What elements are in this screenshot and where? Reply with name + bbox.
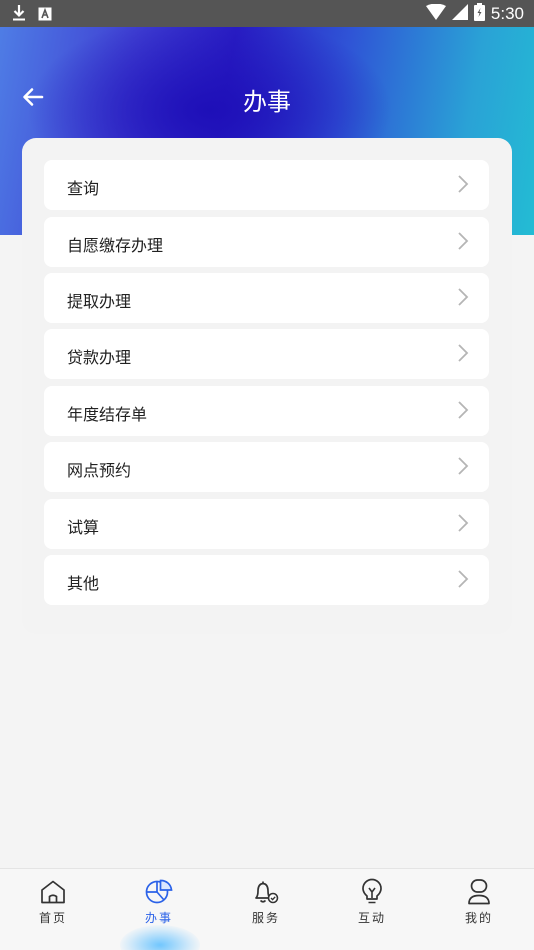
page-title: 办事 (243, 88, 291, 116)
chevron-right-icon (457, 174, 469, 194)
user-icon (464, 877, 494, 907)
menu-item-label: 自愿缴存办理 (67, 236, 164, 255)
tab-label: 服务 (251, 911, 280, 925)
menu-item-label: 提取办理 (67, 292, 132, 311)
menu-item-label: 年度结存单 (67, 405, 148, 424)
menu-item-other[interactable]: 其他 (44, 555, 489, 605)
menu-item-voluntary-deposit[interactable]: 自愿缴存办理 (44, 217, 489, 267)
bottom-tab-bar: 首页 办事 服务 互动 我的 (0, 868, 534, 950)
menu-item-calculator[interactable]: 试算 (44, 499, 489, 549)
menu-card: 查询 自愿缴存办理 提取办理 贷款办理 年度结存单 网点预约 试算 其他 (22, 138, 512, 634)
menu-item-label: 贷款办理 (67, 348, 132, 367)
menu-item-annual-statement[interactable]: 年度结存单 (44, 386, 489, 436)
home-icon (38, 877, 68, 907)
menu-item-branch-appointment[interactable]: 网点预约 (44, 442, 489, 492)
menu-item-label: 查询 (67, 179, 100, 198)
bell-icon (251, 877, 281, 907)
tab-label: 我的 (464, 911, 493, 925)
pie-chart-icon (144, 877, 174, 907)
chevron-right-icon (457, 569, 469, 589)
tab-label: 首页 (38, 911, 67, 925)
wifi-icon (425, 3, 446, 24)
battery-icon (473, 3, 485, 25)
chevron-right-icon (457, 456, 469, 476)
menu-item-withdrawal[interactable]: 提取办理 (44, 273, 489, 323)
status-time: 5:30 (490, 4, 524, 23)
menu-item-loan[interactable]: 贷款办理 (44, 329, 489, 379)
download-icon (12, 4, 26, 26)
chevron-right-icon (457, 287, 469, 307)
keyboard-a-icon (38, 6, 52, 25)
menu-item-label: 网点预约 (67, 461, 132, 480)
chevron-right-icon (457, 400, 469, 420)
chevron-right-icon (457, 343, 469, 363)
status-bar: 5:30 (0, 0, 534, 27)
chevron-right-icon (457, 231, 469, 251)
tab-label: 互动 (357, 911, 386, 925)
tab-home[interactable]: 首页 (0, 869, 106, 950)
title-bar: 办事 (0, 70, 534, 130)
tab-label: 办事 (144, 911, 173, 925)
signal-icon (451, 4, 468, 24)
menu-item-label: 试算 (67, 518, 100, 537)
lightbulb-icon (357, 877, 387, 907)
menu-item-query[interactable]: 查询 (44, 160, 489, 210)
chevron-right-icon (457, 513, 469, 533)
tab-mine[interactable]: 我的 (426, 869, 532, 950)
tab-interaction[interactable]: 互动 (319, 869, 425, 950)
tab-services[interactable]: 服务 (213, 869, 319, 950)
menu-item-label: 其他 (67, 574, 100, 593)
